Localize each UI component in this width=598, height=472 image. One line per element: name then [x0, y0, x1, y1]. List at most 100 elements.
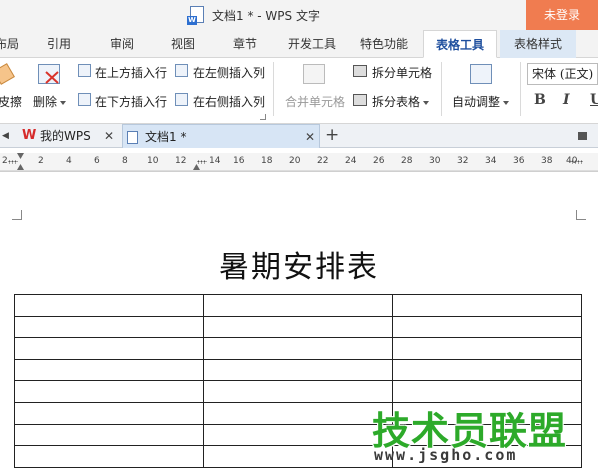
ruler-tick: 32 [457, 156, 469, 166]
table-cell[interactable] [203, 401, 393, 425]
document-icon [187, 6, 204, 25]
table-cell[interactable] [203, 445, 393, 468]
insert-row-above-button[interactable]: 在上方插入行 [95, 64, 167, 81]
table-cell[interactable] [392, 358, 582, 382]
ruler-tick: 40 [566, 156, 578, 166]
ribbon-divider [441, 62, 442, 116]
ruler-tick: 18 [261, 156, 273, 166]
delete-table-icon [38, 64, 60, 84]
table-row [14, 294, 582, 317]
login-button[interactable]: 未登录 [526, 0, 598, 30]
ruler-tick: 4 [66, 156, 72, 166]
ruler-tick: 16 [233, 156, 245, 166]
page-corner-mark [576, 210, 586, 220]
tab-table-tools[interactable]: 表格工具 [423, 30, 497, 58]
ruler-tick: 24 [345, 156, 357, 166]
indent-marker-icon[interactable] [17, 153, 24, 159]
ribbon-divider [273, 62, 274, 116]
tab-developer[interactable]: 开发工具 [285, 30, 339, 58]
table-cell[interactable] [203, 294, 393, 317]
ruler-tick: 14 [209, 156, 221, 166]
table-cell[interactable] [14, 294, 204, 317]
chevron-down-icon [423, 100, 430, 105]
tab-my-wps[interactable]: W 我的WPS ✕ [18, 124, 120, 148]
table-cell[interactable] [14, 337, 204, 360]
delete-label: 删除 [33, 95, 58, 109]
wps-logo-icon: W [22, 128, 37, 143]
tab-document-1[interactable]: 文档1 * ✕ [122, 124, 320, 148]
table-cell[interactable] [392, 337, 582, 360]
table-cell[interactable] [14, 315, 204, 339]
close-icon[interactable]: ✕ [104, 124, 114, 148]
auto-adjust-label: 自动调整 [452, 95, 501, 109]
ruler-tick: 8 [122, 156, 128, 166]
dialog-launcher-icon[interactable] [260, 114, 266, 120]
tab-menu-icon[interactable] [578, 132, 587, 140]
document-heading[interactable]: 暑期安排表 [0, 242, 598, 286]
indent-marker-icon[interactable] [17, 164, 24, 170]
watermark-url: www.jsgho.com [374, 446, 518, 464]
ruler-tick: 6 [94, 156, 100, 166]
ruler-tick: 34 [485, 156, 497, 166]
close-icon[interactable]: ✕ [305, 125, 315, 149]
table-cell[interactable] [14, 401, 204, 425]
insert-col-right-icon [175, 93, 188, 106]
table-cell[interactable] [14, 358, 204, 382]
split-table-label: 拆分表格 [372, 95, 421, 109]
chevron-down-icon [503, 100, 510, 105]
tab-scroll-left-icon[interactable]: ◀ [2, 124, 9, 148]
font-name-select[interactable]: 宋体 (正文) [527, 63, 598, 85]
tab-references[interactable]: 引用 [44, 30, 74, 58]
new-tab-button[interactable]: + [325, 124, 339, 146]
ruler-tick: 10 [147, 156, 159, 166]
table-cell[interactable] [203, 337, 393, 360]
table-cell[interactable] [14, 445, 204, 468]
split-table-icon [353, 94, 367, 106]
tab-features[interactable]: 特色功能 [357, 30, 411, 58]
split-table-button[interactable]: 拆分表格 [372, 93, 430, 110]
auto-adjust-button[interactable]: 自动调整 [452, 93, 510, 110]
bold-button[interactable]: B [534, 92, 546, 108]
table-cell[interactable] [14, 423, 204, 447]
page-corner-mark [12, 210, 22, 220]
underline-button[interactable]: U [590, 92, 598, 108]
insert-col-right-button[interactable]: 在右侧插入列 [193, 93, 265, 110]
table-cell[interactable] [203, 358, 393, 382]
insert-row-below-button[interactable]: 在下方插入行 [95, 93, 167, 110]
table-cell[interactable] [203, 380, 393, 403]
tab-view[interactable]: 视图 [168, 30, 198, 58]
column-marker-icon[interactable] [193, 164, 200, 170]
auto-adjust-icon [470, 64, 492, 84]
table-cell[interactable] [392, 315, 582, 339]
table-row [14, 358, 582, 382]
horizontal-ruler[interactable]: 2 2 4 6 8 10 12 14 16 18 20 22 24 26 28 … [0, 153, 598, 171]
split-cells-button[interactable]: 拆分单元格 [372, 64, 432, 81]
delete-button[interactable]: 删除 [33, 93, 67, 110]
tab-table-style[interactable]: 表格样式 [500, 30, 576, 58]
chevron-down-icon [60, 100, 67, 105]
eraser-button[interactable]: 皮擦 [0, 93, 22, 110]
tab-section[interactable]: 章节 [230, 30, 260, 58]
merge-cells-button[interactable]: 合并单元格 [285, 93, 345, 110]
eraser-icon [0, 63, 15, 85]
ruler-tick: 36 [513, 156, 525, 166]
table-cell[interactable] [392, 294, 582, 317]
italic-button[interactable]: I [563, 92, 570, 108]
tab-review[interactable]: 审阅 [107, 30, 137, 58]
table-cell[interactable] [14, 380, 204, 403]
table-cell[interactable] [203, 423, 393, 447]
table-row [14, 337, 582, 360]
ruler-tick: 2 [2, 156, 8, 166]
tab-label: 我的WPS [40, 129, 91, 143]
split-cells-icon [353, 65, 367, 77]
document-tab-bar: ◀ W 我的WPS ✕ 文档1 * ✕ + [0, 124, 598, 148]
ribbon: 皮擦 删除 在上方插入行 在下方插入行 在左侧插入列 在右侧插入列 合并单元格 … [0, 58, 598, 124]
watermark: 技术员联盟 www.jsgho.com [372, 400, 566, 470]
table-cell[interactable] [203, 315, 393, 339]
ruler-tick: 22 [317, 156, 329, 166]
window-title: 文档1 * - WPS 文字 [212, 9, 320, 23]
title-bar: 文档1 * - WPS 文字 未登录 [0, 0, 598, 30]
insert-col-left-button[interactable]: 在左侧插入列 [193, 64, 265, 81]
tab-layout[interactable]: 布局 [0, 30, 22, 58]
ruler-tick: 28 [401, 156, 413, 166]
